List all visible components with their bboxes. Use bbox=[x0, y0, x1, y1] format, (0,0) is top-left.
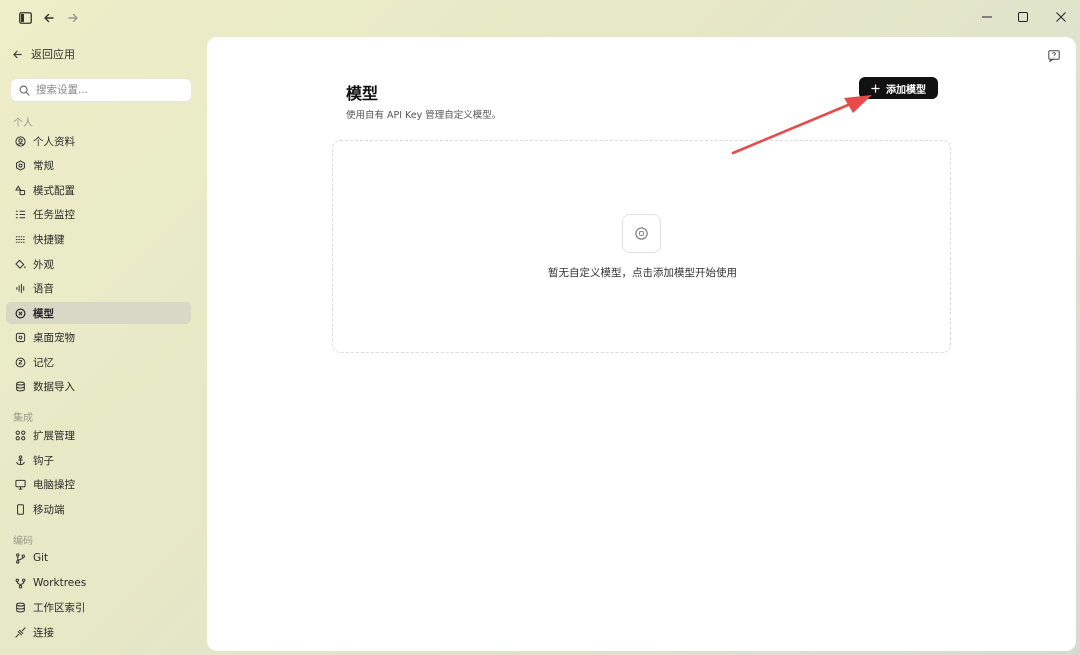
back-to-app-label: 返回应用 bbox=[31, 48, 75, 61]
user-circle-icon bbox=[14, 135, 26, 147]
settings-search-box bbox=[10, 78, 192, 102]
sidebar-item-label: 模式配置 bbox=[33, 184, 75, 197]
git-branch-icon bbox=[14, 552, 26, 564]
sidebar-item-models[interactable]: 模型 bbox=[6, 302, 191, 324]
close-window-button[interactable] bbox=[1050, 7, 1072, 27]
back-to-app-link[interactable]: 返回应用 bbox=[12, 46, 75, 62]
close-icon bbox=[1056, 12, 1066, 22]
sidebar-item-desktop-pet[interactable]: 桌面宠物 bbox=[6, 326, 191, 348]
sidebar-item-label: 数据导入 bbox=[33, 380, 75, 393]
page-title: 模型 bbox=[346, 84, 379, 103]
anchor-icon bbox=[14, 454, 26, 466]
empty-state-message: 暂无自定义模型，点击添加模型开始使用 bbox=[548, 267, 737, 279]
section-label-personal: 个人 bbox=[13, 118, 33, 129]
sidebar-item-data-import[interactable]: 数据导入 bbox=[6, 375, 191, 397]
sidebar-item-general[interactable]: 常规 bbox=[6, 154, 191, 176]
page-subtitle: 使用自有 API Key 管理自定义模型。 bbox=[346, 110, 502, 121]
monitor-icon bbox=[14, 478, 26, 490]
sidebar-item-mode-config[interactable]: 模式配置 bbox=[6, 179, 191, 201]
feedback-icon[interactable] bbox=[1048, 47, 1062, 63]
paint-bucket-icon bbox=[14, 258, 26, 270]
worktree-icon bbox=[14, 577, 26, 589]
section-label-integration: 集成 bbox=[13, 413, 33, 424]
model-icon bbox=[14, 307, 26, 319]
back-arrow-icon[interactable] bbox=[41, 10, 57, 26]
sidebar-item-computer-control[interactable]: 电脑操控 bbox=[6, 473, 191, 495]
sidebar-item-label: 记忆 bbox=[33, 356, 54, 369]
keyboard-icon bbox=[14, 233, 26, 245]
phone-icon bbox=[14, 503, 26, 515]
database-icon bbox=[14, 380, 26, 392]
sidebar-item-extensions[interactable]: 扩展管理 bbox=[6, 424, 191, 446]
sidebar-item-label: 钩子 bbox=[33, 454, 54, 467]
sidebar-item-shortcuts[interactable]: 快捷键 bbox=[6, 228, 191, 250]
shapes-icon bbox=[14, 184, 26, 196]
sidebar-item-connections[interactable]: 连接 bbox=[6, 621, 191, 643]
sidebar-item-label: 电脑操控 bbox=[33, 478, 75, 491]
section-label-coding: 编码 bbox=[13, 536, 33, 547]
model-icon bbox=[622, 214, 661, 253]
add-model-button[interactable]: 添加模型 bbox=[859, 77, 938, 99]
plug-icon bbox=[14, 626, 26, 638]
sidebar-item-label: 个人资料 bbox=[33, 135, 75, 148]
extensions-icon bbox=[14, 429, 26, 441]
sidebar-item-label: Git bbox=[33, 552, 49, 564]
sidebar-item-label: 语音 bbox=[33, 282, 54, 295]
sidebar-item-label: 连接 bbox=[33, 626, 54, 639]
sidebar-item-profile[interactable]: 个人资料 bbox=[6, 130, 191, 152]
sidebar-item-label: 扩展管理 bbox=[33, 429, 75, 442]
task-list-icon bbox=[14, 208, 26, 220]
sidebar-item-label: 外观 bbox=[33, 258, 54, 271]
sidebar-toggle-icon[interactable] bbox=[17, 10, 33, 26]
gear-icon bbox=[14, 159, 26, 171]
back-arrow-icon bbox=[13, 50, 22, 58]
search-icon bbox=[19, 85, 30, 96]
memory-icon bbox=[14, 356, 26, 368]
add-model-label: 添加模型 bbox=[886, 84, 926, 96]
minimize-button[interactable] bbox=[976, 7, 998, 27]
empty-state-container: 暂无自定义模型，点击添加模型开始使用 bbox=[332, 140, 951, 353]
sidebar-item-label: 快捷键 bbox=[33, 233, 65, 246]
sidebar-item-label: 移动端 bbox=[33, 503, 65, 516]
settings-search-input[interactable] bbox=[36, 84, 186, 96]
pet-icon bbox=[14, 331, 26, 343]
sidebar-item-label: 工作区索引 bbox=[33, 601, 86, 614]
sidebar-item-memory[interactable]: 记忆 bbox=[6, 351, 191, 373]
sidebar-item-label: Worktrees bbox=[33, 577, 87, 589]
audio-wave-icon bbox=[14, 282, 26, 294]
minimize-icon bbox=[982, 16, 992, 18]
maximize-icon bbox=[1018, 12, 1028, 22]
models-settings-panel: 模型 使用自有 API Key 管理自定义模型。 添加模型 暂无自定义模型，点击… bbox=[207, 37, 1076, 651]
sidebar-item-voice[interactable]: 语音 bbox=[6, 277, 191, 299]
sidebar-item-workspace-index[interactable]: 工作区索引 bbox=[6, 596, 191, 618]
sidebar-item-hooks[interactable]: 钩子 bbox=[6, 449, 191, 471]
settings-sidebar: 返回应用 个人 个人资料 常规 模式配置 任务监控 快捷键 外观 语音 模型 桌… bbox=[0, 36, 206, 655]
sidebar-item-mobile[interactable]: 移动端 bbox=[6, 498, 191, 520]
sidebar-item-label: 常规 bbox=[33, 159, 54, 172]
sidebar-item-label: 模型 bbox=[33, 307, 54, 320]
forward-arrow-icon[interactable] bbox=[65, 10, 81, 26]
sidebar-item-git[interactable]: Git bbox=[6, 547, 191, 569]
title-bar bbox=[0, 0, 1080, 36]
sidebar-item-worktrees[interactable]: Worktrees bbox=[6, 572, 191, 594]
sidebar-item-appearance[interactable]: 外观 bbox=[6, 253, 191, 275]
sidebar-item-label: 任务监控 bbox=[33, 208, 75, 221]
sidebar-item-label: 桌面宠物 bbox=[33, 331, 75, 344]
sidebar-item-task-monitor[interactable]: 任务监控 bbox=[6, 203, 191, 225]
database-icon bbox=[14, 601, 26, 613]
maximize-button[interactable] bbox=[1012, 7, 1034, 27]
plus-icon bbox=[871, 83, 880, 93]
